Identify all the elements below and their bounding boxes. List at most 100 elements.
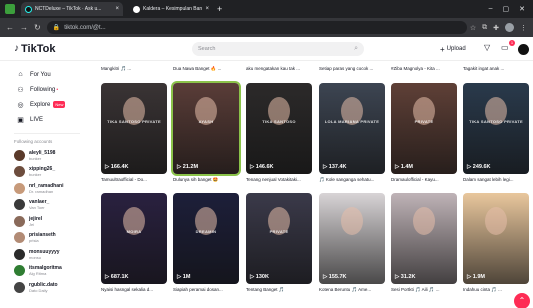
following-icon: ⚇ — [17, 86, 24, 94]
close-window-icon[interactable]: ✕ — [519, 5, 525, 13]
video-card[interactable]: PRIVATE ▷ 1.4M — [391, 83, 457, 174]
view-count-value: 21.2M — [182, 164, 199, 170]
window-menu-icon[interactable] — [5, 4, 15, 14]
video-caption[interactable]: Nyaisi hasngal sekalia d... — [101, 287, 169, 292]
following-account[interactable]: rgublic.dato Dato Daily — [0, 279, 92, 296]
following-account[interactable]: nrl_ramadhani Dr. ramadhan — [0, 180, 92, 197]
browser-tab-active[interactable]: NCTDeluxe – TikTok · Ask u... × — [21, 2, 123, 16]
video-caption[interactable]: Tenang nenjual Votakitaki... — [246, 177, 314, 182]
following-account[interactable]: prisianseth prisia — [0, 230, 92, 247]
address-bar[interactable]: 🔒 tiktok.com/@t... — [46, 21, 467, 34]
account-subtitle: prisia — [29, 238, 39, 244]
video-card[interactable]: TIKA SANTOSO PRIVATE ▷ 249.6K — [463, 83, 529, 174]
inbox-count-badge: 1 — [509, 40, 515, 46]
following-account[interactable]: monsuuyyyy monsu — [0, 246, 92, 263]
video-card[interactable]: ▷ 1.9M — [463, 193, 529, 284]
video-caption[interactable]: Tentang Banget 🎵 — [246, 287, 314, 293]
inbox-icon[interactable]: ▭ — [501, 43, 509, 52]
account-name: nrl_ramadhani — [29, 182, 64, 189]
new-badge: New — [53, 101, 66, 108]
video-caption[interactable]: Setiap paras yang cocok ... — [319, 66, 387, 71]
following-account[interactable]: itsmalgoritma Alg Ritma — [0, 263, 92, 280]
profile-avatar[interactable] — [505, 23, 514, 32]
video-card[interactable]: ▷ 155.7K — [319, 193, 385, 284]
view-count: ▷ 166.4K — [105, 164, 129, 170]
view-count: ▷ 249.6K — [467, 164, 491, 170]
video-card[interactable]: TIKA SANTOSO ▷ 146.6K — [246, 83, 312, 174]
chevron-up-icon: ⌃ — [518, 296, 526, 305]
account-avatar — [14, 199, 25, 211]
video-caption[interactable]: #Ziba Magnolya - Kita ... — [391, 66, 459, 71]
video-caption[interactable]: Dua Nawa Banget 🔥 ... — [173, 66, 241, 72]
caption-row-top: Mangkitri 🎵 ... Dua Nawa Banget 🔥 ... aku … — [101, 66, 533, 76]
forward-icon[interactable]: → — [20, 23, 28, 32]
back-icon[interactable]: ← — [6, 23, 14, 32]
video-card[interactable]: LOLA MARIANA PRIVATE ▷ 137.4K — [319, 83, 385, 174]
video-caption[interactable]: aku mengatakan kau tak ... — [246, 66, 314, 71]
account-subtitle: bunker — [29, 172, 42, 178]
video-caption[interactable]: Mangkitri 🎵 ... — [101, 66, 169, 72]
following-account[interactable]: xipping26_ bunker — [0, 164, 92, 181]
account-subtitle: Dato Daily — [29, 287, 48, 293]
video-caption[interactable]: Sesi Portkti 🎵 Aili 🎵 ... — [391, 287, 459, 293]
tiktok-favicon-icon — [25, 5, 32, 13]
messages-icon[interactable]: ▽ — [484, 43, 490, 52]
nav-live[interactable]: ▣ LIVE — [0, 112, 92, 127]
nav-label: For You — [30, 71, 51, 78]
browser-tab[interactable]: Kaldera – Kesimpulan Banget · K... × — [129, 2, 213, 16]
extension-icon[interactable]: ⧉ — [482, 24, 487, 32]
video-caption[interactable]: Tamuultraofficial - Do... — [101, 177, 169, 182]
close-tab-icon[interactable]: × — [205, 6, 209, 12]
minimize-icon[interactable]: – — [489, 5, 493, 13]
account-name: monsuuyyyy — [29, 248, 60, 255]
maximize-icon[interactable]: ▢ — [503, 5, 510, 13]
tiktok-logo[interactable]: ♪ TikTok — [14, 43, 55, 55]
video-card[interactable]: AYASH ▷ 21.2M — [171, 81, 241, 176]
view-count: ▷ 130K — [250, 274, 269, 280]
video-watermark: LOLA MARIANA PRIVATE — [324, 119, 380, 125]
following-account[interactable]: aleyli_5198 bunker — [0, 147, 92, 164]
search-icon[interactable]: ⌕ — [354, 45, 358, 53]
bookmark-icon[interactable]: ☆ — [470, 24, 476, 32]
search-input[interactable]: Search ⌕ — [192, 42, 364, 56]
nav-following[interactable]: ⚇ Following • — [0, 82, 92, 97]
view-count: ▷ 31.2K — [395, 274, 415, 280]
video-caption[interactable]: Siapiah peramai dosan... — [173, 287, 241, 292]
reload-icon[interactable]: ↻ — [34, 23, 41, 32]
following-heading: Following accounts — [14, 139, 53, 144]
video-watermark: PRIVATE — [269, 229, 289, 235]
video-card[interactable]: MOIRA ▷ 687.1K — [101, 193, 167, 284]
video-caption[interactable]: Dalam sangat lebih legi... — [463, 177, 531, 182]
nav-for-you[interactable]: ⌂ For You — [0, 67, 92, 82]
video-watermark: DREAMIN — [195, 229, 217, 235]
following-account[interactable]: vanlaer_ Van Toer — [0, 197, 92, 214]
video-card[interactable]: PRIVATE ▷ 130K — [246, 193, 312, 284]
account-avatar — [14, 149, 25, 161]
view-count-value: 130K — [255, 274, 269, 280]
video-caption[interactable]: Kotena Beruntu 🎵 Ame... — [319, 287, 387, 293]
view-count-value: 1.9M — [472, 274, 485, 280]
upload-button[interactable]: + Upload — [440, 42, 466, 56]
nav-explore[interactable]: ◎ Explore New — [0, 97, 92, 112]
video-caption[interactable]: 🎵 Kole sanganga sehatu... — [319, 177, 387, 183]
video-watermark: AYASH — [198, 119, 214, 125]
view-count-value: 166.4K — [110, 164, 129, 170]
close-tab-icon[interactable]: × — [115, 6, 119, 12]
view-count-value: 249.6K — [472, 164, 491, 170]
video-card[interactable]: ▷ 31.2K — [391, 193, 457, 284]
scroll-top-button[interactable]: ⌃ — [514, 293, 530, 308]
account-avatar — [14, 281, 25, 293]
video-caption[interactable]: Dramaulofficial - Kayu... — [391, 177, 459, 182]
following-account[interactable]: jejirel Jei — [0, 213, 92, 230]
video-card[interactable]: TIKA SANTOSO PRIVATE ▷ 166.4K — [101, 83, 167, 174]
kebab-menu-icon[interactable]: ⋮ — [520, 24, 527, 32]
account-subtitle: Jei — [29, 221, 35, 227]
live-icon: ▣ — [17, 116, 24, 124]
user-avatar[interactable] — [518, 44, 529, 55]
extension-icons: ☆ ⧉ ✚ ⋮ — [470, 23, 533, 32]
video-card[interactable]: DREAMIN ▷ 1M — [173, 193, 239, 284]
video-caption[interactable]: Tagakit ingat anak ... — [463, 66, 531, 71]
puzzle-icon[interactable]: ✚ — [493, 24, 499, 32]
new-tab-button[interactable]: + — [217, 4, 222, 14]
video-caption[interactable]: Dulunya sih banget 🤩 — [173, 177, 241, 183]
